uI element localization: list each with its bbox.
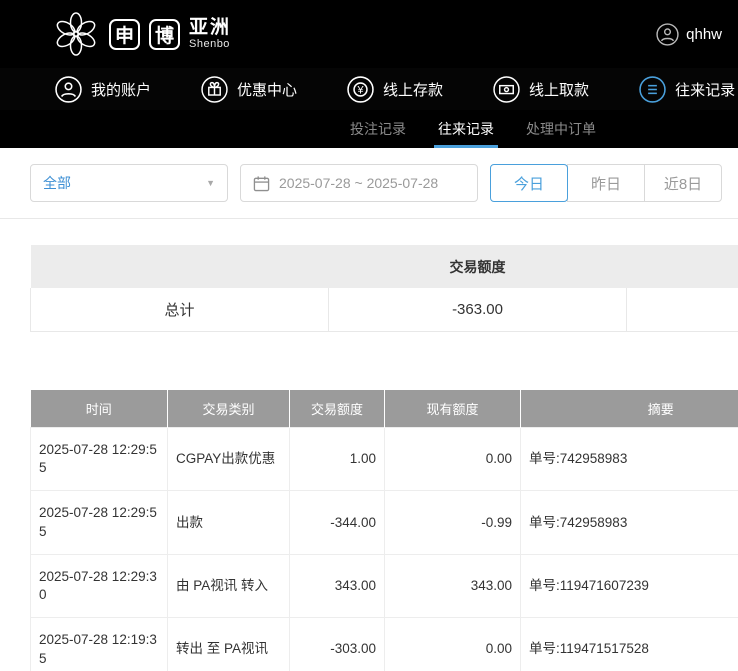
cell-type: CGPAY出款优惠 <box>168 428 290 491</box>
cell-note: 单号:742958983 <box>521 491 738 554</box>
summary-table: 交易额度 总计 -363.00 <box>30 245 738 332</box>
nav-item-label: 我的账户 <box>91 79 151 100</box>
deposit-icon: ¥ <box>347 76 374 103</box>
records-subnav: 投注记录 往来记录 处理中订单 <box>0 110 738 148</box>
range-button-last8days[interactable]: 近8日 <box>644 164 722 202</box>
cell-balance: 0.00 <box>385 428 521 491</box>
col-header-balance: 现有额度 <box>385 390 521 428</box>
cell-time: 2025-07-28 12:19:35 <box>31 618 168 671</box>
chevron-down-icon: ▼ <box>206 178 215 188</box>
cell-note: 单号:119471517528 <box>521 618 738 671</box>
filter-bar: 全部 ▼ 2025-07-28 ~ 2025-07-28 今日 昨日 近8日 <box>0 148 738 219</box>
cell-balance: 343.00 <box>385 554 521 617</box>
summary-header-amount: 交易额度 <box>329 245 627 288</box>
cell-time: 2025-07-28 12:29:30 <box>31 554 168 617</box>
tab-processing-orders[interactable]: 处理中订单 <box>526 110 596 148</box>
tab-transaction-records[interactable]: 往来记录 <box>438 110 494 148</box>
summary-total-value: -363.00 <box>329 288 627 331</box>
main-navigation: 我的账户 优惠中心 ¥ 线上存款 <box>0 68 738 110</box>
table-row: 2025-07-28 12:29:55 出款 -344.00 -0.99 单号:… <box>31 491 738 554</box>
col-header-time: 时间 <box>31 390 168 428</box>
flower-logo-icon <box>52 10 100 58</box>
tab-bet-records[interactable]: 投注记录 <box>350 110 406 148</box>
summary-header-empty <box>31 245 329 288</box>
nav-item-online-deposit[interactable]: ¥ 线上存款 <box>347 76 443 103</box>
cell-balance: -0.99 <box>385 491 521 554</box>
cell-type: 转出 至 PA视讯 <box>168 618 290 671</box>
summary-total-label: 总计 <box>31 288 329 331</box>
logo-char-1: 申 <box>109 19 140 50</box>
records-icon <box>639 76 666 103</box>
nav-item-label: 线上取款 <box>529 79 589 100</box>
user-account[interactable]: qhhw <box>656 23 722 46</box>
cell-time: 2025-07-28 12:29:55 <box>31 428 168 491</box>
tab-label: 往来记录 <box>438 119 494 139</box>
table-row: 2025-07-28 12:19:35 转出 至 PA视讯 -303.00 0.… <box>31 618 738 671</box>
quick-range-group: 今日 昨日 近8日 <box>490 164 722 202</box>
tab-label: 投注记录 <box>350 119 406 139</box>
records-table: 时间 交易类别 交易额度 现有额度 摘要 2025-07-28 12:29:55… <box>30 390 738 671</box>
range-button-label: 今日 <box>514 173 544 194</box>
tab-label: 处理中订单 <box>526 119 596 139</box>
cell-amount: 1.00 <box>290 428 385 491</box>
summary-header-empty <box>627 245 738 288</box>
range-button-label: 近8日 <box>664 173 702 194</box>
col-header-amount: 交易额度 <box>290 390 385 428</box>
type-dropdown[interactable]: 全部 ▼ <box>30 164 228 202</box>
logo-char-2: 博 <box>149 19 180 50</box>
calendar-icon <box>253 175 270 192</box>
logo-subtitle: Shenbo <box>189 38 231 50</box>
summary-header-row: 交易额度 <box>31 245 738 288</box>
cell-amount: 343.00 <box>290 554 385 617</box>
promo-gift-icon <box>201 76 228 103</box>
logo-region: 亚洲 <box>189 18 231 39</box>
cell-note: 单号:742958983 <box>521 428 738 491</box>
username-text: qhhw <box>686 26 722 43</box>
cell-type: 出款 <box>168 491 290 554</box>
nav-item-label: 线上存款 <box>383 79 443 100</box>
col-header-type: 交易类别 <box>168 390 290 428</box>
account-icon <box>55 76 82 103</box>
range-button-label: 昨日 <box>591 173 621 194</box>
summary-total-row: 总计 -363.00 <box>31 288 738 331</box>
date-range-value: 2025-07-28 ~ 2025-07-28 <box>279 175 438 191</box>
top-header: 申 博 亚洲 Shenbo qhhw <box>0 0 738 68</box>
nav-item-promo-center[interactable]: 优惠中心 <box>201 76 297 103</box>
cell-balance: 0.00 <box>385 618 521 671</box>
cell-amount: -344.00 <box>290 491 385 554</box>
records-header-row: 时间 交易类别 交易额度 现有额度 摘要 <box>31 390 738 428</box>
nav-item-label: 优惠中心 <box>237 79 297 100</box>
withdraw-icon <box>493 76 520 103</box>
table-row: 2025-07-28 12:29:30 由 PA视讯 转入 343.00 343… <box>31 554 738 617</box>
summary-empty-cell <box>627 288 738 331</box>
cell-time: 2025-07-28 12:29:55 <box>31 491 168 554</box>
col-header-note: 摘要 <box>521 390 738 428</box>
table-row: 2025-07-28 12:29:55 CGPAY出款优惠 1.00 0.00 … <box>31 428 738 491</box>
range-button-today[interactable]: 今日 <box>490 164 568 202</box>
nav-item-online-withdraw[interactable]: 线上取款 <box>493 76 589 103</box>
cell-type: 由 PA视讯 转入 <box>168 554 290 617</box>
user-circle-icon <box>656 23 679 46</box>
site-logo[interactable]: 申 博 亚洲 Shenbo <box>52 10 231 58</box>
nav-item-my-account[interactable]: 我的账户 <box>55 76 151 103</box>
nav-item-transaction-records[interactable]: 往来记录 <box>639 76 735 103</box>
date-range-picker[interactable]: 2025-07-28 ~ 2025-07-28 <box>240 164 478 202</box>
nav-item-label: 往来记录 <box>675 79 735 100</box>
svg-text:¥: ¥ <box>357 84 365 96</box>
range-button-yesterday[interactable]: 昨日 <box>567 164 645 202</box>
cell-note: 单号:119471607239 <box>521 554 738 617</box>
cell-amount: -303.00 <box>290 618 385 671</box>
type-dropdown-value: 全部 <box>43 173 71 193</box>
